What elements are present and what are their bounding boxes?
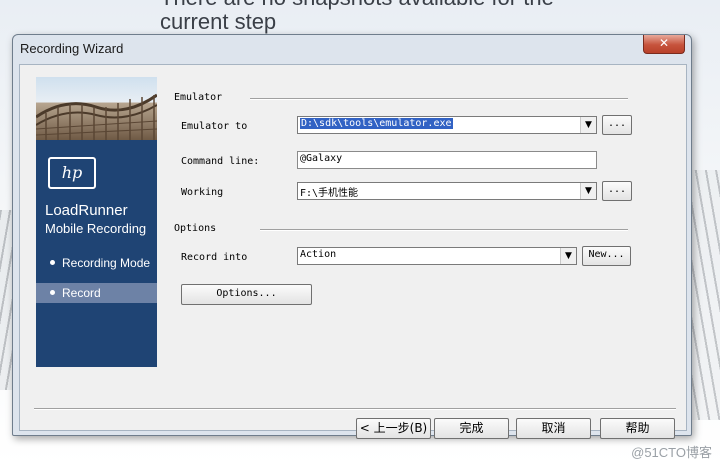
- options-section-label: Options: [174, 223, 217, 234]
- back-button[interactable]: < 上一步(B): [356, 418, 431, 439]
- rollercoaster-image: [36, 77, 157, 140]
- emulator-to-value: D:\sdk\tools\emulator.exe: [300, 118, 453, 129]
- working-label: Working: [181, 187, 224, 198]
- step-label: Recording Mode: [62, 256, 151, 270]
- new-action-button[interactable]: New...: [582, 246, 631, 266]
- bullet-icon: [50, 260, 55, 265]
- recording-wizard-window: Recording Wizard ✕ hp LoadRunner Mobile …: [12, 34, 692, 439]
- chevron-down-icon[interactable]: ▼: [580, 117, 596, 133]
- emulator-to-label: Emulator to: [181, 121, 248, 132]
- wizard-banner: hp LoadRunner Mobile Recording Recording…: [36, 77, 157, 367]
- background-decor-right: [688, 170, 720, 420]
- browse-working-button[interactable]: ...: [602, 181, 632, 201]
- step-label: Record: [62, 286, 101, 300]
- record-into-label: Record into: [181, 252, 248, 263]
- finish-button[interactable]: 完成: [434, 418, 509, 439]
- browse-emulator-button[interactable]: ...: [602, 115, 632, 135]
- hp-logo: hp: [48, 157, 96, 189]
- working-value: F:\手机性能: [300, 188, 359, 199]
- working-dropdown[interactable]: F:\手机性能 ▼: [297, 182, 597, 200]
- footer-divider: [34, 408, 676, 410]
- record-into-value: Action: [300, 249, 337, 260]
- close-icon: ✕: [658, 36, 670, 50]
- emulator-section-divider: [250, 98, 628, 100]
- chevron-down-icon[interactable]: ▼: [580, 183, 596, 199]
- close-button[interactable]: ✕: [643, 35, 685, 54]
- bullet-icon: [50, 290, 55, 295]
- cancel-button[interactable]: 取消: [516, 418, 591, 439]
- command-line-value: @Galaxy: [300, 153, 343, 164]
- record-into-dropdown[interactable]: Action ▼: [297, 247, 577, 265]
- title-bar[interactable]: Recording Wizard ✕: [13, 35, 691, 63]
- command-line-input[interactable]: @Galaxy: [297, 151, 597, 169]
- step-record: Record: [36, 283, 157, 303]
- brand-subtitle: Mobile Recording: [45, 221, 147, 236]
- slide-heading: There are no snapshots available for the…: [160, 0, 554, 34]
- options-section-divider: [260, 229, 628, 231]
- brand-title: LoadRunner: [45, 202, 128, 219]
- options-button[interactable]: Options...: [181, 284, 312, 305]
- dialog-client-area: hp LoadRunner Mobile Recording Recording…: [19, 64, 687, 439]
- step-recording-mode: Recording Mode: [36, 253, 157, 273]
- emulator-to-dropdown[interactable]: D:\sdk\tools\emulator.exe ▼: [297, 116, 597, 134]
- emulator-section-label: Emulator: [174, 92, 223, 103]
- command-line-label: Command line:: [181, 156, 260, 167]
- watermark: @51CTO博客: [631, 445, 712, 460]
- window-title: Recording Wizard: [20, 41, 124, 56]
- help-button[interactable]: 帮助: [600, 418, 675, 439]
- chevron-down-icon[interactable]: ▼: [560, 248, 576, 264]
